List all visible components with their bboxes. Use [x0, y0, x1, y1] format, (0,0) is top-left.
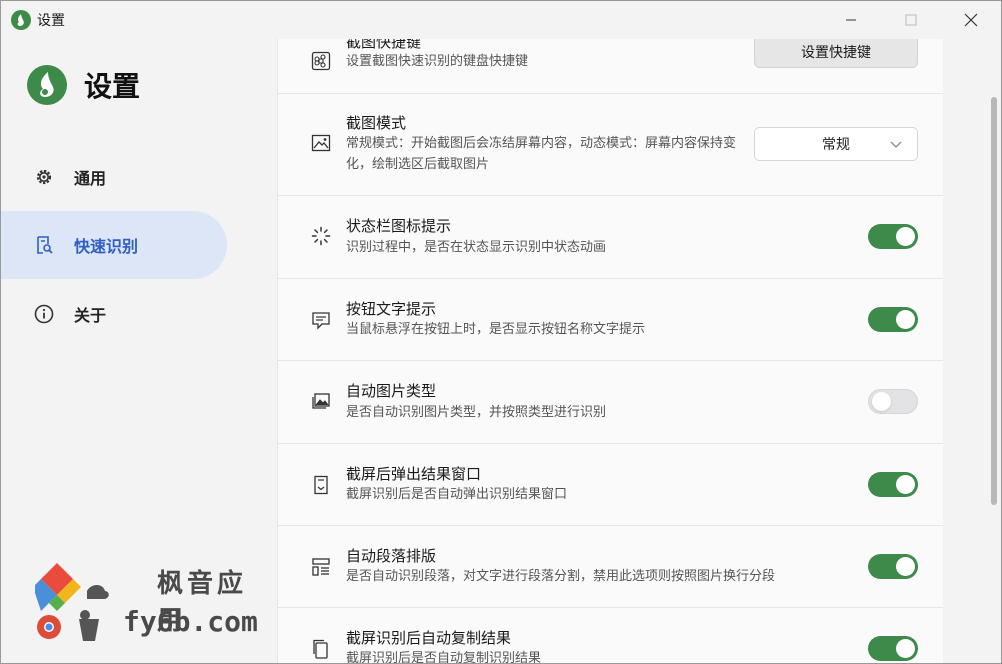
- close-icon: [964, 13, 978, 27]
- chevron-down-icon: [890, 141, 902, 148]
- settings-list: 截图快捷键 设置截图快速识别的键盘快捷键 设置快捷键 截图模式 常规模式：开始截…: [277, 39, 943, 664]
- spinner-icon: [310, 225, 332, 247]
- settings-window: 设置 设置 通用 快速识别 关于 枫音应用 fy6b.com 截图快捷键 设置截…: [0, 0, 1002, 664]
- button-tooltip-toggle[interactable]: [868, 307, 918, 332]
- setting-row-statusbar-indicator: 状态栏图标提示 识别过程中，是否在状态显示识别中状态动画: [278, 196, 943, 279]
- document-search-icon: [34, 235, 54, 255]
- gear-icon: [34, 167, 54, 187]
- setting-description: 常规模式：开始截图后会冻结屏幕内容，动态模式：屏幕内容保持变化，绘制选区后截取图…: [346, 136, 737, 172]
- setting-title: 截屏识别后自动复制结果: [346, 629, 512, 647]
- brand: 设置: [27, 65, 140, 105]
- maximize-button[interactable]: [881, 1, 941, 39]
- setting-title: 按钮文字提示: [346, 300, 437, 318]
- setting-title: 自动段落排版: [346, 547, 437, 565]
- layout-icon: [310, 556, 332, 578]
- close-button[interactable]: [941, 1, 1001, 39]
- sidebar-title: 设置: [84, 70, 141, 103]
- watermark-domain: fy6b.com: [123, 605, 258, 638]
- setting-row-popup-result: 截屏后弹出结果窗口 截屏识别后是否自动弹出识别结果窗口: [278, 444, 943, 526]
- setting-description: 当鼠标悬浮在按钮上时，是否显示按钮名称文字提示: [346, 322, 646, 337]
- title-bar: 设置: [1, 1, 1001, 39]
- setting-row-screenshot-mode: 截图模式 常规模式：开始截图后会冻结屏幕内容，动态模式：屏幕内容保持变化，绘制选…: [278, 94, 943, 196]
- result-doc-icon: [310, 474, 332, 496]
- message-icon: [310, 309, 332, 331]
- scrollbar[interactable]: [943, 39, 1001, 663]
- minimize-button[interactable]: [821, 1, 881, 39]
- watermark: 枫音应用 fy6b.com: [35, 561, 275, 651]
- watermark-logo-icon: [35, 563, 109, 641]
- sidebar-item-label: 通用: [74, 169, 107, 188]
- sidebar-item-label: 快速识别: [74, 237, 139, 256]
- scrollbar-thumb[interactable]: [991, 97, 997, 505]
- screenshot-mode-select[interactable]: 常规: [754, 127, 918, 161]
- sidebar-item-about[interactable]: 关于: [1, 280, 227, 348]
- auto-image-type-toggle[interactable]: [868, 389, 918, 414]
- setting-row-auto-copy: 截屏识别后自动复制结果 截屏识别后是否自动复制识别结果: [278, 608, 943, 664]
- setting-row-button-tooltip: 按钮文字提示 当鼠标悬浮在按钮上时，是否显示按钮名称文字提示: [278, 279, 943, 361]
- select-value: 常规: [822, 137, 850, 153]
- window-title: 设置: [37, 13, 65, 29]
- minimize-icon: [846, 19, 856, 21]
- setting-description: 是否自动识别段落，对文字进行段落分割，禁用此选项则按照图片换行分段: [346, 569, 776, 584]
- copy-icon: [310, 638, 332, 660]
- setting-row-shortcut: 截图快捷键 设置截图快速识别的键盘快捷键 设置快捷键: [278, 39, 943, 94]
- sidebar-item-label: 关于: [74, 306, 107, 325]
- sidebar-item-quick-recognition[interactable]: 快速识别: [1, 211, 227, 279]
- setting-row-auto-image-type: 自动图片类型 是否自动识别图片类型，并按照类型进行识别: [278, 361, 943, 444]
- setting-description: 识别过程中，是否在状态显示识别中状态动画: [346, 240, 607, 255]
- app-logo-icon: [11, 10, 31, 30]
- setting-description: 是否自动识别图片类型，并按照类型进行识别: [346, 405, 607, 420]
- auto-copy-toggle[interactable]: [868, 636, 918, 661]
- statusbar-indicator-toggle[interactable]: [868, 224, 918, 249]
- image-icon: [310, 132, 332, 154]
- images-icon: [310, 390, 332, 412]
- sidebar-item-general[interactable]: 通用: [1, 143, 227, 211]
- command-key-icon: [310, 50, 332, 72]
- setting-description: 截屏识别后是否自动弹出识别结果窗口: [346, 487, 568, 502]
- set-shortcut-button[interactable]: 设置快捷键: [754, 39, 918, 68]
- setting-row-auto-paragraph: 自动段落排版 是否自动识别段落，对文字进行段落分割，禁用此选项则按照图片换行分段: [278, 526, 943, 608]
- setting-title: 状态栏图标提示: [346, 217, 452, 235]
- setting-title: 自动图片类型: [346, 382, 437, 400]
- app-logo-icon: [27, 65, 67, 105]
- maximize-icon: [905, 14, 917, 26]
- info-icon: [34, 304, 54, 324]
- auto-paragraph-toggle[interactable]: [868, 554, 918, 579]
- popup-result-toggle[interactable]: [868, 472, 918, 497]
- setting-description: 截屏识别后是否自动复制识别结果: [346, 651, 542, 664]
- setting-description: 设置截图快速识别的键盘快捷键: [346, 54, 529, 69]
- setting-title: 截图模式: [346, 114, 407, 132]
- setting-title: 截屏后弹出结果窗口: [346, 465, 482, 483]
